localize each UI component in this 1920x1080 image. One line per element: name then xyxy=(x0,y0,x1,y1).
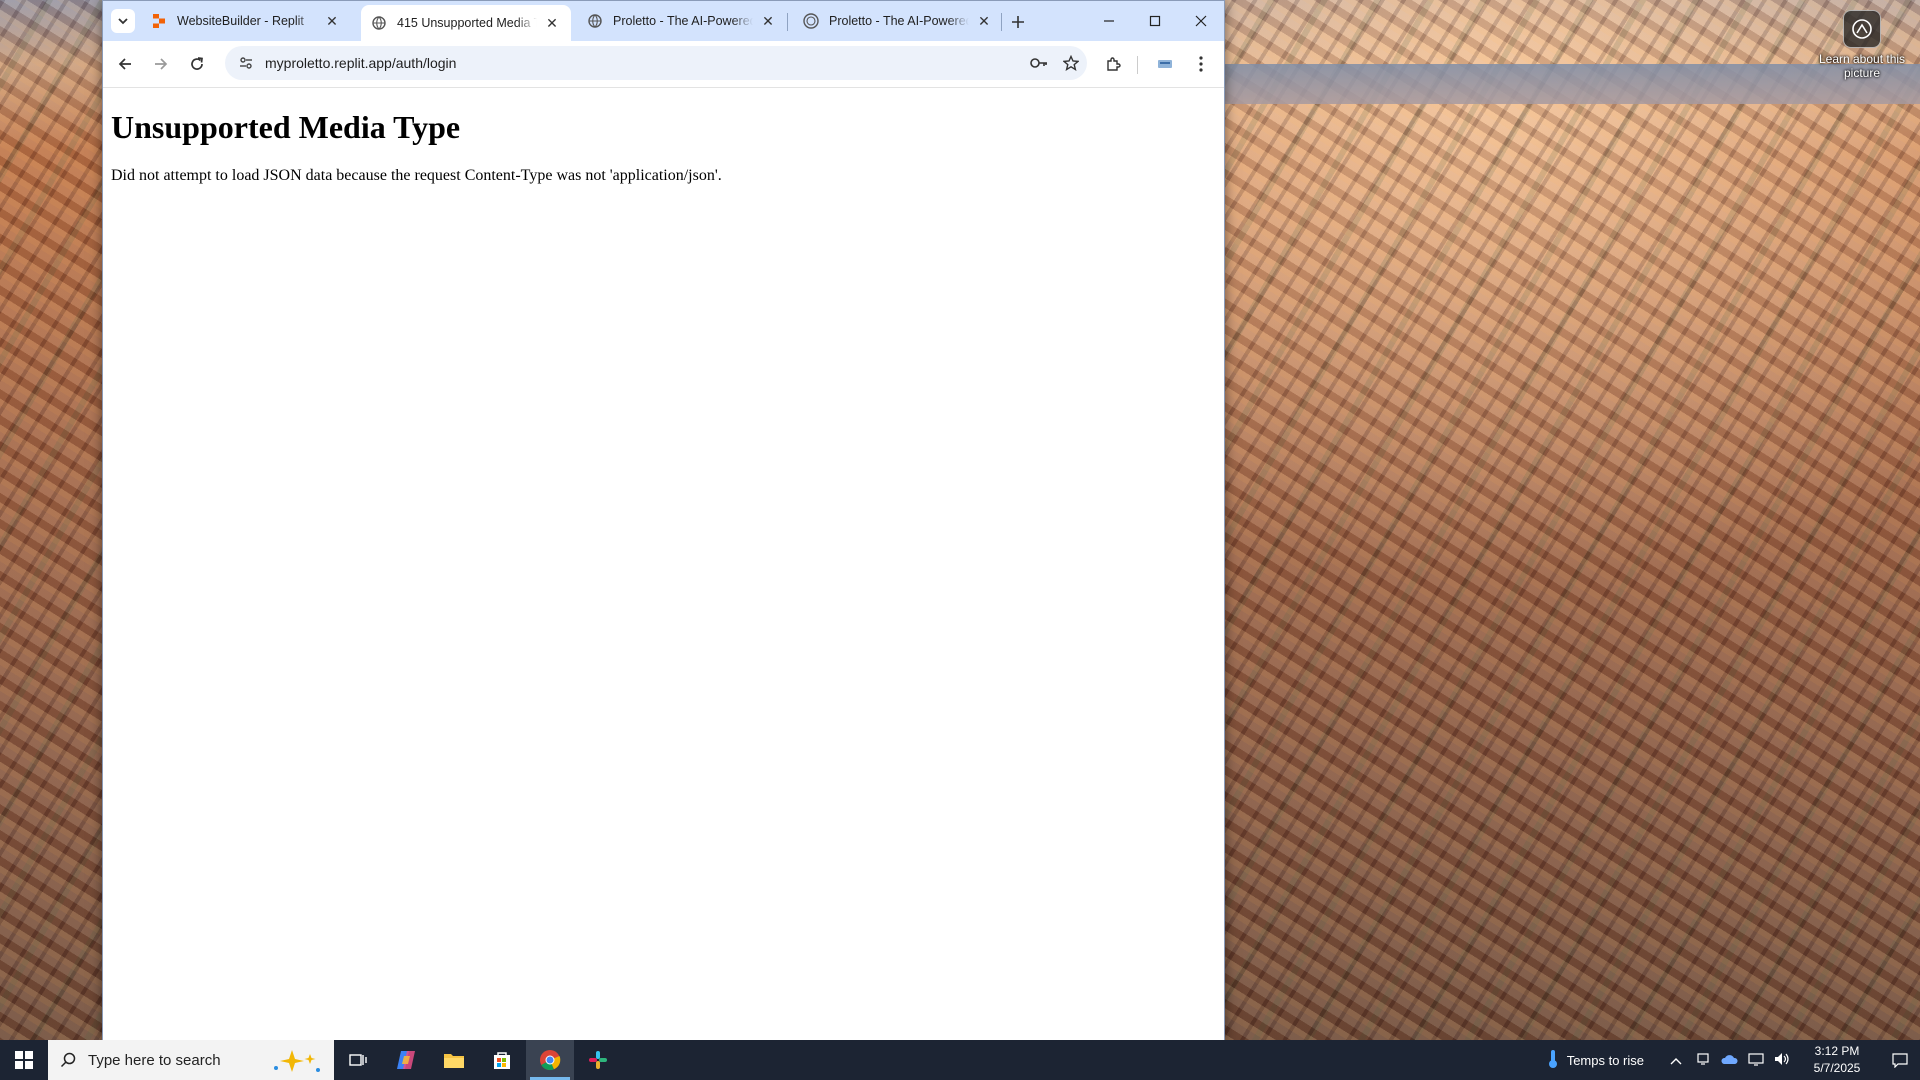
thermometer-icon xyxy=(1547,1049,1559,1072)
new-tab-button[interactable] xyxy=(1005,9,1031,35)
reload-button[interactable] xyxy=(183,50,211,78)
weather-text[interactable]: Temps to rise xyxy=(1567,1053,1644,1068)
store-button[interactable] xyxy=(478,1040,526,1080)
tab-proletto-1[interactable]: Proletto - The AI-Powered Art ✕ xyxy=(577,5,787,37)
back-button[interactable] xyxy=(111,50,139,78)
forward-button[interactable] xyxy=(147,50,175,78)
sparkle-icon xyxy=(268,1048,324,1078)
arrow-left-icon xyxy=(118,58,131,70)
url-text[interactable]: myproletto.replit.app/auth/login xyxy=(265,55,1023,71)
globe-icon xyxy=(371,15,387,31)
globe-icon xyxy=(803,13,819,29)
task-view-button[interactable] xyxy=(334,1040,382,1080)
chrome-button[interactable] xyxy=(526,1040,574,1080)
menu-button[interactable] xyxy=(1187,50,1215,78)
wallpaper-sea xyxy=(1224,64,1920,104)
clock-date: 5/7/2025 xyxy=(1813,1061,1861,1075)
clock[interactable]: 3:12 PM 5/7/2025 xyxy=(1802,1043,1872,1077)
close-icon[interactable]: ✕ xyxy=(323,12,341,30)
notifications-icon[interactable] xyxy=(1880,1052,1920,1068)
volume-icon[interactable] xyxy=(1774,1052,1790,1069)
plus-icon xyxy=(1012,16,1024,28)
chevron-up-icon[interactable] xyxy=(1670,1053,1682,1068)
replit-icon xyxy=(151,13,167,29)
start-button[interactable] xyxy=(0,1040,48,1080)
maximize-icon xyxy=(1149,15,1161,27)
clock-time: 3:12 PM xyxy=(1814,1044,1860,1058)
address-bar[interactable]: myproletto.replit.app/auth/login xyxy=(225,46,1087,80)
close-icon xyxy=(1195,15,1207,27)
tab-proletto-2[interactable]: Proletto - The AI-Powered Art ✕ xyxy=(793,5,1003,37)
more-vertical-icon xyxy=(1199,56,1203,72)
file-explorer-button[interactable] xyxy=(430,1040,478,1080)
learn-label: Learn about this picture xyxy=(1818,52,1906,80)
meet-now-icon[interactable] xyxy=(1696,1052,1710,1069)
slack-icon xyxy=(589,1051,607,1069)
tab-search-button[interactable] xyxy=(111,9,135,33)
folder-icon xyxy=(444,1054,464,1068)
learn-about-picture[interactable]: Learn about this picture xyxy=(1818,10,1906,80)
minimize-button[interactable] xyxy=(1086,1,1132,41)
maximize-button[interactable] xyxy=(1132,1,1178,41)
bookmark-star-icon[interactable] xyxy=(1055,55,1087,71)
taskbar-search[interactable]: Type here to search xyxy=(48,1040,334,1080)
tab-separator xyxy=(787,13,788,31)
close-window-button[interactable] xyxy=(1178,1,1224,41)
copilot-icon xyxy=(397,1051,415,1069)
camera-icon xyxy=(1843,10,1881,48)
page-title: Unsupported Media Type xyxy=(111,109,461,145)
tab-title: WebsiteBuilder - Replit xyxy=(177,14,304,28)
toolbar-divider xyxy=(1137,56,1138,74)
tab-title: Proletto - The AI-Powered Art xyxy=(613,14,753,28)
globe-icon xyxy=(587,13,603,29)
tab-unsupported-media[interactable]: 415 Unsupported Media Type ✕ xyxy=(361,5,571,41)
slack-button[interactable] xyxy=(574,1040,622,1080)
task-view-icon xyxy=(349,1054,367,1066)
password-key-icon[interactable] xyxy=(1023,56,1055,70)
browser-toolbar: myproletto.replit.app/auth/login xyxy=(103,41,1224,88)
close-icon[interactable]: ✕ xyxy=(759,12,777,30)
puzzle-icon xyxy=(1107,57,1121,71)
tab-websitebuilder[interactable]: WebsiteBuilder - Replit ✕ xyxy=(141,5,351,37)
windows-icon xyxy=(15,1051,33,1069)
chrome-icon xyxy=(540,1050,561,1071)
tab-separator xyxy=(1001,13,1002,31)
store-icon xyxy=(494,1052,510,1069)
tab-strip: WebsiteBuilder - Replit ✕ 415 Unsupporte… xyxy=(103,1,1224,41)
site-settings-icon[interactable] xyxy=(231,55,261,71)
system-tray: Temps to rise 3:12 PM 5/7/2025 xyxy=(1547,1040,1920,1080)
profile-button[interactable] xyxy=(1151,50,1179,78)
taskbar: Type here to search Temps to rise 3:12 P… xyxy=(0,1040,1920,1080)
profile-icon xyxy=(1158,60,1172,68)
extensions-button[interactable] xyxy=(1099,50,1127,78)
search-icon xyxy=(48,1052,88,1068)
minimize-icon xyxy=(1104,20,1114,22)
reload-icon xyxy=(191,57,203,70)
search-placeholder: Type here to search xyxy=(88,1051,221,1069)
onedrive-icon[interactable] xyxy=(1720,1053,1738,1068)
arrow-right-icon xyxy=(155,58,168,70)
copilot-button[interactable] xyxy=(382,1040,430,1080)
close-icon[interactable]: ✕ xyxy=(975,12,993,30)
close-icon[interactable]: ✕ xyxy=(543,14,561,32)
page-content: Unsupported Media Type Did not attempt t… xyxy=(103,88,1224,1040)
browser-window: WebsiteBuilder - Replit ✕ 415 Unsupporte… xyxy=(102,0,1225,1041)
error-message: Did not attempt to load JSON data becaus… xyxy=(111,167,722,184)
network-icon[interactable] xyxy=(1748,1052,1764,1069)
chevron-down-icon xyxy=(118,18,128,25)
tab-title: 415 Unsupported Media Type xyxy=(397,16,537,30)
tab-title: Proletto - The AI-Powered Art xyxy=(829,14,969,28)
